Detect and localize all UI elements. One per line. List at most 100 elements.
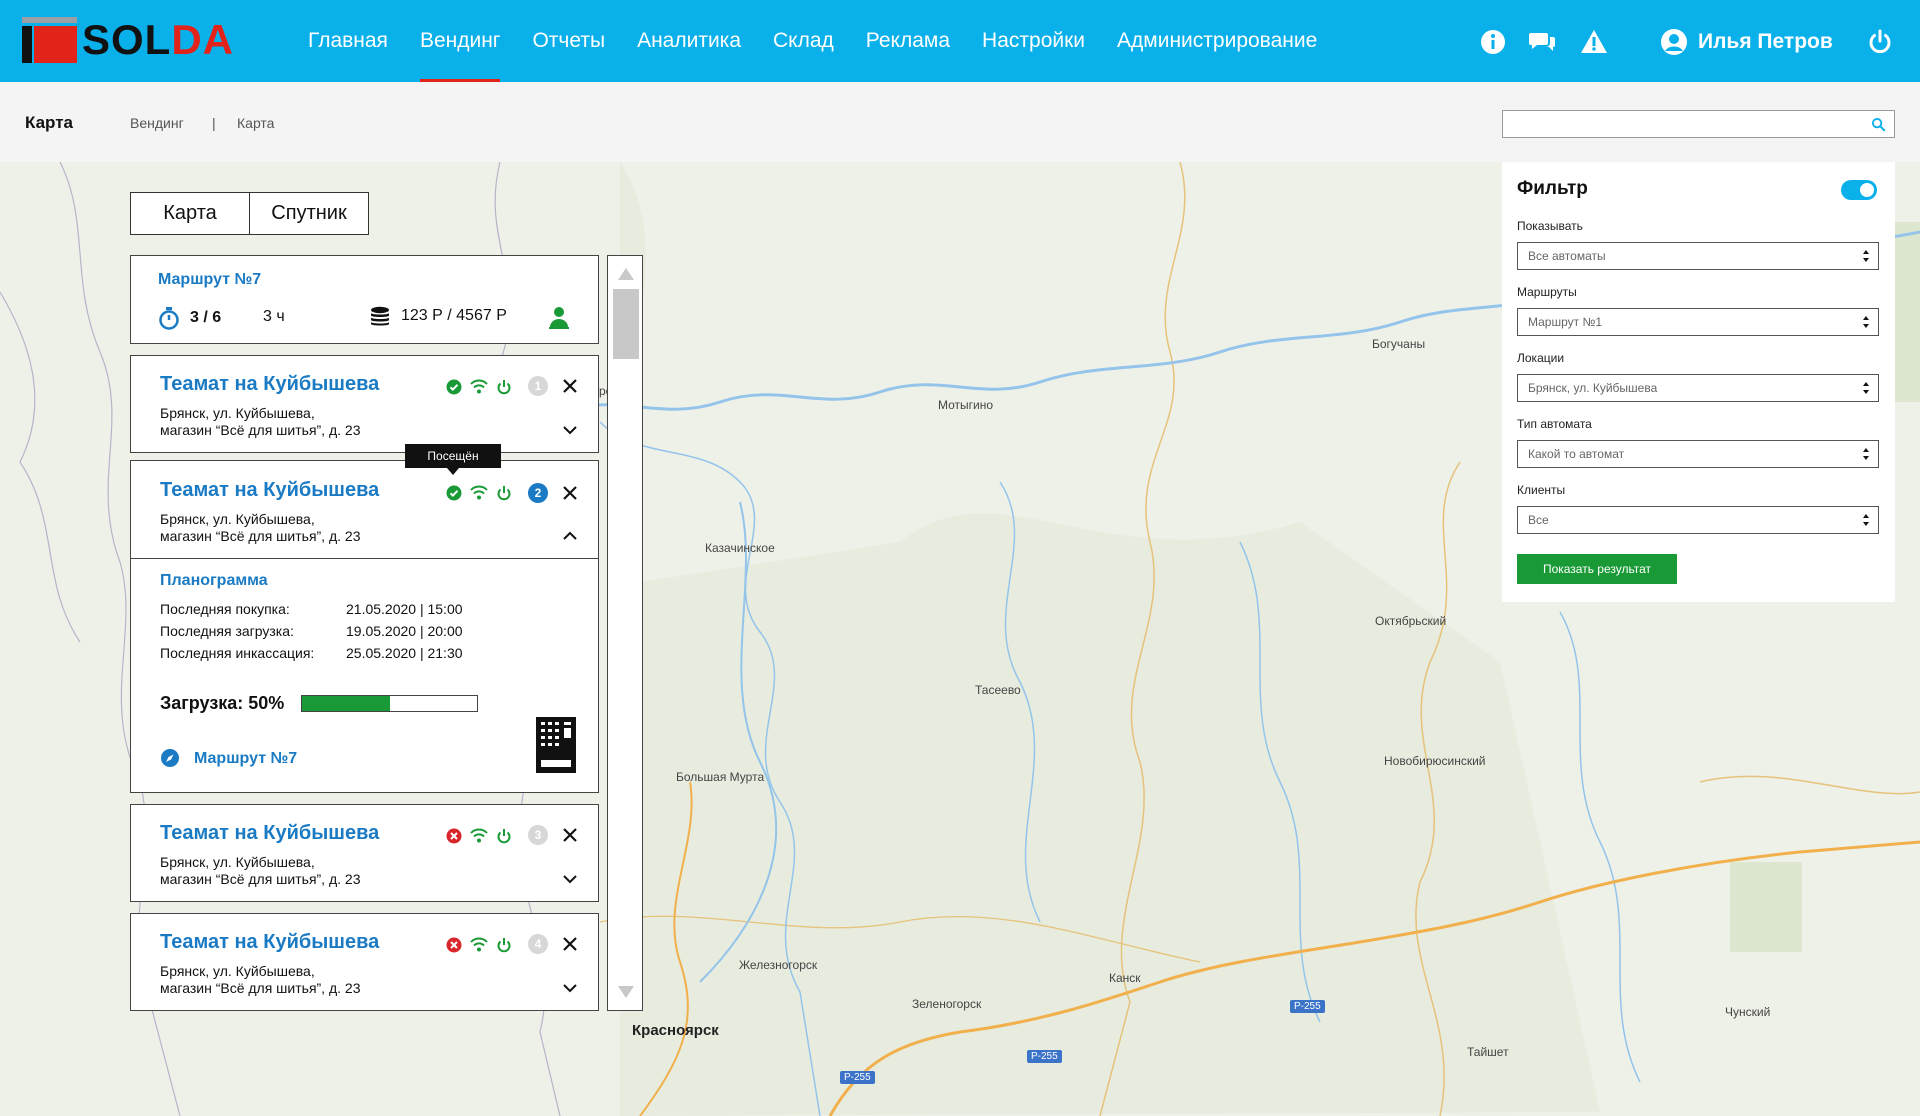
power-icon[interactable] — [1866, 28, 1894, 56]
logo[interactable]: SOLDA — [22, 17, 234, 63]
breadcrumb-vending[interactable]: Вендинг — [130, 115, 184, 131]
machine-card[interactable]: Теамат на Куйбышева Брянск, ул. Куйбышев… — [130, 913, 599, 1011]
wifi-icon — [470, 937, 488, 952]
chevron-down-icon[interactable] — [562, 873, 578, 885]
order-number-badge: 3 — [528, 825, 548, 845]
nav-item-home[interactable]: Главная — [292, 0, 404, 82]
breadcrumb-map: Карта — [237, 115, 275, 131]
breadcrumb-separator: | — [212, 115, 216, 131]
wifi-icon — [470, 379, 488, 394]
load-label: Загрузка: 50% — [160, 693, 285, 713]
route-summary-card: Маршрут №7 3 / 6 3 ч 123 Р / 4567 Р — [130, 255, 599, 344]
main-nav: Главная Вендинг Отчеты Аналитика Склад Р… — [292, 0, 1333, 82]
select-arrows-icon — [1863, 382, 1869, 394]
nav-item-warehouse[interactable]: Склад — [757, 0, 850, 82]
machine-address: Брянск, ул. Куйбышева, магазин “Всё для ш… — [160, 854, 361, 887]
visited-tooltip: Посещён — [405, 444, 501, 475]
planogram-link[interactable]: Планограмма — [160, 572, 268, 590]
vending-machine-icon — [536, 717, 576, 773]
nav-item-reports[interactable]: Отчеты — [516, 0, 621, 82]
search-icon[interactable] — [1871, 117, 1886, 132]
nav-item-admin[interactable]: Администрирование — [1101, 0, 1333, 82]
filter-select-locations[interactable]: Брянск, ул. Куйбышева — [1517, 374, 1879, 402]
machine-title[interactable]: Теамат на Куйбышева — [160, 479, 379, 502]
map-label-taseevo: Тасеево — [975, 683, 1021, 697]
close-icon[interactable] — [561, 377, 579, 395]
divider — [131, 558, 598, 559]
last-load-label: Последняя загрузка: — [160, 623, 294, 639]
stopwatch-icon — [159, 307, 179, 330]
last-collection-label: Последняя инкассация: — [160, 645, 315, 661]
scroll-down-arrow[interactable] — [618, 986, 634, 998]
filter-select-machine-type[interactable]: Какой то автомат — [1517, 440, 1879, 468]
status-icons — [446, 485, 512, 501]
select-arrows-icon — [1863, 448, 1869, 460]
select-arrows-icon — [1863, 316, 1869, 328]
filter-label-show: Показывать — [1517, 219, 1583, 233]
filter-select-clients[interactable]: Все — [1517, 506, 1879, 534]
status-icons — [446, 828, 512, 844]
visited-check-icon — [446, 379, 462, 395]
scroll-up-arrow[interactable] — [618, 268, 634, 280]
visited-check-icon[interactable] — [446, 485, 462, 501]
map-type-map-button[interactable]: Карта — [131, 193, 250, 234]
order-number-badge: 2 — [528, 483, 548, 503]
user-menu[interactable]: Илья Петров — [1660, 27, 1833, 57]
machine-card[interactable]: Теамат на Куйбышева Брянск, ул. Куйбышев… — [130, 355, 599, 453]
machine-address: Брянск, ул. Куйбышева, магазин “Всё для ш… — [160, 963, 361, 996]
last-collection-value: 25.05.2020 | 21:30 — [346, 645, 463, 661]
machine-title[interactable]: Теамат на Куйбышева — [160, 373, 379, 396]
nav-item-ads[interactable]: Реклама — [850, 0, 966, 82]
warning-icon[interactable] — [1580, 28, 1608, 56]
road-badge: P-255 — [1027, 1050, 1062, 1063]
scroll-thumb[interactable] — [613, 289, 639, 359]
machine-title[interactable]: Теамат на Куйбышева — [160, 822, 379, 845]
machine-card-expanded[interactable]: Теамат на Куйбышева Брянск, ул. Куйбышев… — [130, 460, 599, 793]
load-progress-fill — [302, 696, 390, 711]
route-money-value: 123 Р / 4567 Р — [401, 307, 507, 324]
machine-title[interactable]: Теамат на Куйбышева — [160, 931, 379, 954]
chevron-down-icon[interactable] — [562, 424, 578, 436]
chevron-up-icon[interactable] — [562, 530, 578, 542]
chevron-down-icon[interactable] — [562, 982, 578, 994]
courier-icon[interactable] — [546, 305, 572, 331]
show-results-button[interactable]: Показать результат — [1517, 554, 1677, 584]
map-label-chunsky: Чунский — [1725, 1005, 1771, 1019]
status-icons — [446, 379, 512, 395]
map-label-kansk: Канск — [1109, 971, 1141, 985]
last-purchase-value: 21.05.2020 | 15:00 — [346, 601, 463, 617]
nav-item-vending[interactable]: Вендинг — [404, 0, 517, 82]
map-type-satellite-button[interactable]: Спутник — [250, 193, 368, 234]
page-title: Карта — [25, 113, 73, 132]
machine-card[interactable]: Теамат на Куйбышева Брянск, ул. Куйбышев… — [130, 804, 599, 902]
order-number-badge: 4 — [528, 934, 548, 954]
filter-toggle[interactable] — [1841, 180, 1877, 200]
filter-label-machine-type: Тип автомата — [1517, 417, 1592, 431]
nav-item-settings[interactable]: Настройки — [966, 0, 1101, 82]
map-label-oktyabrsky: Октябрьский — [1375, 614, 1447, 628]
filter-select-show[interactable]: Все автоматы — [1517, 242, 1879, 270]
search-input[interactable] — [1503, 111, 1853, 137]
list-scrollbar[interactable] — [607, 255, 643, 1011]
user-name: Илья Петров — [1698, 30, 1833, 53]
route-title[interactable]: Маршрут №7 — [158, 271, 261, 289]
filter-panel: Фильтр Показывать Все автоматы Маршруты … — [1502, 162, 1895, 602]
filter-select-routes[interactable]: Маршрут №1 — [1517, 308, 1879, 336]
road-badge: P-255 — [840, 1071, 875, 1084]
machine-address: Брянск, ул. Куйбышева, магазин “Всё для ш… — [160, 405, 361, 438]
map-label-boguchany: Богучаны — [1372, 337, 1426, 351]
nav-item-analytics[interactable]: Аналитика — [621, 0, 757, 82]
search-box — [1502, 110, 1895, 138]
last-load-value: 19.05.2020 | 20:00 — [346, 623, 463, 639]
close-icon[interactable] — [561, 484, 579, 502]
close-icon[interactable] — [561, 935, 579, 953]
road-badge: P-255 — [1290, 1000, 1325, 1013]
chat-icon[interactable] — [1528, 28, 1556, 56]
info-icon[interactable] — [1479, 28, 1507, 56]
machine-address: Брянск, ул. Куйбышева, магазин “Всё для ш… — [160, 511, 361, 544]
map-label-krasnoyarsk: Красноярск — [632, 1022, 719, 1039]
map-label-motygino: Мотыгино — [938, 398, 994, 412]
close-icon[interactable] — [561, 826, 579, 844]
route-link[interactable]: Маршрут №7 — [194, 750, 297, 768]
power-status-icon — [497, 486, 511, 501]
